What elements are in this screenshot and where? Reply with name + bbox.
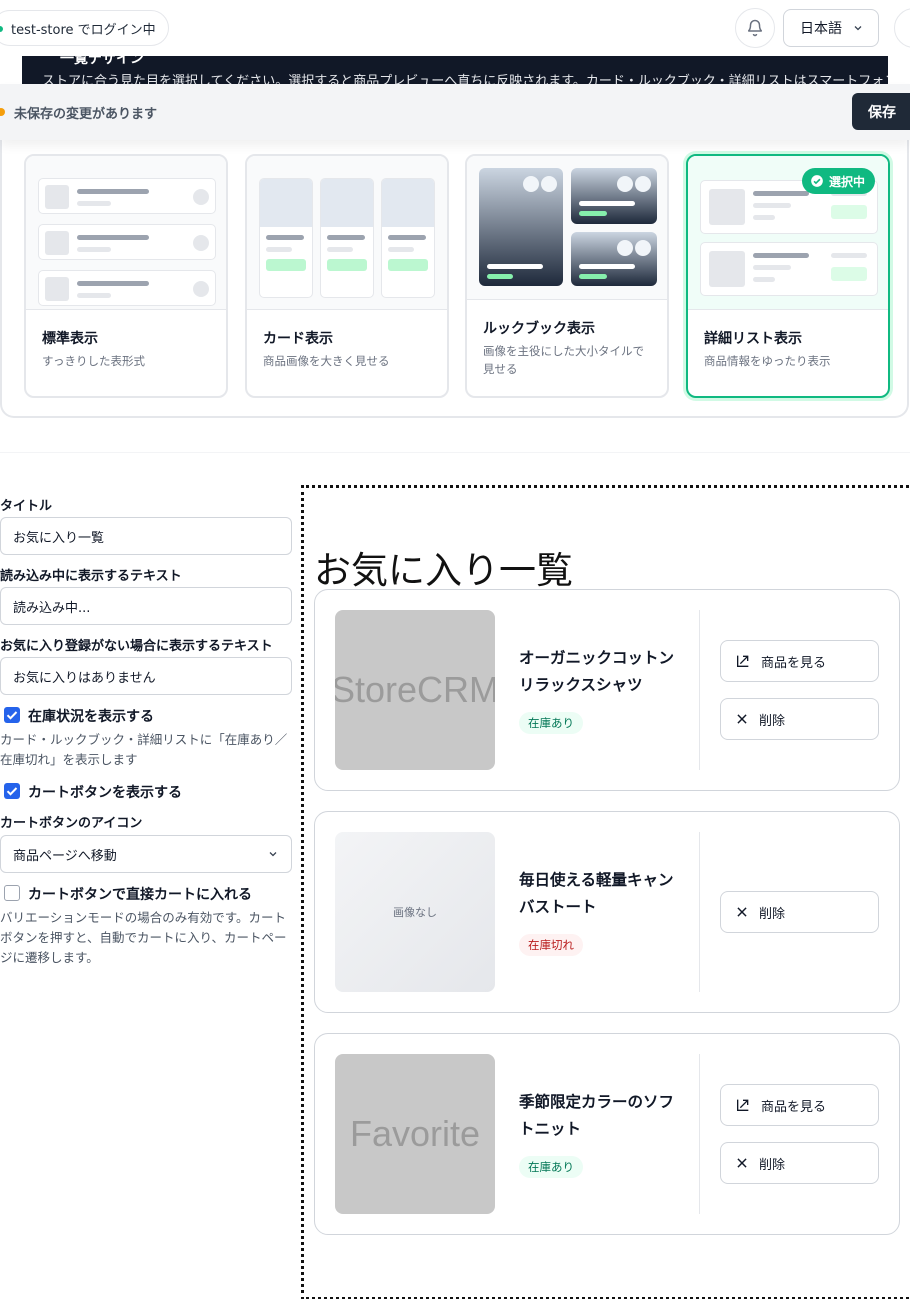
online-indicator bbox=[0, 26, 3, 32]
layout-option-name: 詳細リスト表示 bbox=[704, 331, 802, 347]
preview-title: お気に入り一覧 bbox=[314, 549, 573, 592]
delete-label: 削除 bbox=[759, 1157, 786, 1173]
stock-badge: 在庫あり bbox=[519, 712, 583, 734]
favorites-preview: お気に入り一覧 StoreCRM オーガニックコットン リラックスシャツ 在庫あ… bbox=[301, 485, 910, 1299]
layout-option-name: ルックブック表示 bbox=[483, 321, 595, 337]
product-image: Favorite bbox=[335, 1054, 495, 1214]
selected-badge: 選択中 bbox=[802, 168, 876, 194]
external-link-icon bbox=[737, 655, 749, 667]
view-product-button[interactable]: 商品を見る bbox=[720, 1084, 879, 1126]
layout-option-desc: 商品画像を大きく見せる bbox=[263, 354, 390, 368]
language-select[interactable]: 日本語 bbox=[783, 9, 879, 47]
product-name[interactable]: 毎日使える軽量キャンバストート bbox=[519, 867, 679, 921]
layout-option-desc: 画像を主役にした大小タイルで見せる bbox=[483, 344, 644, 376]
product-image: StoreCRM bbox=[335, 610, 495, 770]
direct-cart-label[interactable]: カートボタンで直接カートに入れる bbox=[28, 884, 252, 904]
delete-button[interactable]: 削除 bbox=[720, 698, 879, 740]
cart-icon-label: カートボタンのアイコン bbox=[0, 816, 143, 831]
checkmark-icon bbox=[6, 711, 18, 720]
direct-cart-checkbox[interactable] bbox=[4, 885, 20, 901]
external-link-icon bbox=[737, 1099, 749, 1111]
delete-label: 削除 bbox=[759, 713, 786, 729]
empty-text-label: お気に入り登録がない場合に表示するテキスト bbox=[0, 639, 273, 654]
warning-dot-icon bbox=[0, 108, 5, 116]
top-bar: test-store でログイン中 日本語 bbox=[0, 0, 910, 56]
layout-option-name: カード表示 bbox=[263, 331, 333, 347]
layout-option-desc: すっきりした表形式 bbox=[42, 354, 146, 368]
user-menu-button[interactable] bbox=[894, 8, 910, 48]
close-icon bbox=[737, 907, 747, 917]
item-divider bbox=[699, 832, 700, 992]
view-product-label: 商品を見る bbox=[761, 1099, 827, 1115]
show-cart-checkbox[interactable] bbox=[4, 783, 20, 799]
cart-icon-select[interactable]: 商品ページへ移動 bbox=[0, 835, 292, 873]
layout-option-lookbook[interactable]: ルックブック表示 画像を主役にした大小タイルで見せる bbox=[465, 154, 669, 398]
image-placeholder-text: StoreCRM bbox=[335, 669, 495, 710]
show-stock-checkbox[interactable] bbox=[4, 707, 20, 723]
language-value: 日本語 bbox=[800, 21, 842, 37]
no-image-text: 画像なし bbox=[393, 906, 437, 919]
favorite-item: 画像なし 毎日使える軽量キャンバストート 在庫切れ 削除 bbox=[314, 811, 900, 1013]
product-image: 画像なし bbox=[335, 832, 495, 992]
section-title: 一覧デザイン bbox=[60, 56, 144, 67]
close-icon bbox=[737, 1158, 747, 1168]
check-circle-icon bbox=[811, 175, 823, 187]
show-stock-label[interactable]: 在庫状況を表示する bbox=[28, 706, 154, 726]
layout-option-standard[interactable]: 標準表示 すっきりした表形式 bbox=[24, 154, 228, 398]
standard-preview-thumbnail bbox=[26, 156, 226, 310]
title-input[interactable]: お気に入り一覧 bbox=[0, 517, 292, 555]
chevron-down-icon bbox=[269, 852, 277, 857]
loading-text-input[interactable]: 読み込み中... bbox=[0, 587, 292, 625]
product-name[interactable]: オーガニックコットン リラックスシャツ bbox=[519, 645, 679, 699]
unsaved-message: 未保存の変更があります bbox=[14, 107, 158, 122]
login-status-pill: test-store でログイン中 bbox=[0, 10, 169, 46]
chevron-down-icon bbox=[854, 26, 862, 31]
product-name[interactable]: 季節限定カラーのソフトニット bbox=[519, 1089, 679, 1143]
login-status-text: test-store でログイン中 bbox=[11, 22, 156, 38]
bell-icon bbox=[747, 19, 763, 37]
layout-options-panel: 標準表示 すっきりした表形式 カード表示 商品画像を大きく見せる ルックブック表… bbox=[0, 120, 909, 418]
card-preview-thumbnail bbox=[247, 156, 447, 310]
layout-option-detail-list[interactable]: 選択中 詳細リスト表示 商品情報をゆったり表示 bbox=[686, 154, 890, 398]
item-divider bbox=[699, 1054, 700, 1214]
section-divider bbox=[0, 452, 910, 453]
favorite-item: StoreCRM オーガニックコットン リラックスシャツ 在庫あり 商品を見る … bbox=[314, 589, 900, 791]
checkmark-icon bbox=[6, 787, 18, 796]
save-button[interactable]: 保存 bbox=[852, 93, 910, 130]
selected-badge-label: 選択中 bbox=[829, 174, 866, 189]
view-product-button[interactable]: 商品を見る bbox=[720, 640, 879, 682]
unsaved-changes-bar: 未保存の変更があります 保存 bbox=[0, 84, 910, 140]
show-stock-help: カード・ルックブック・詳細リストに「在庫あり／在庫切れ」を表示します bbox=[0, 732, 288, 767]
direct-cart-help: バリエーションモードの場合のみ有効です。カートボタンを押すと、自動でカートに入り… bbox=[0, 910, 287, 965]
layout-option-desc: 商品情報をゆったり表示 bbox=[704, 354, 831, 368]
item-divider bbox=[699, 610, 700, 770]
lookbook-preview-thumbnail bbox=[467, 156, 667, 300]
show-cart-label[interactable]: カートボタンを表示する bbox=[28, 782, 182, 802]
stock-badge: 在庫切れ bbox=[519, 934, 583, 956]
layout-option-name: 標準表示 bbox=[42, 331, 98, 347]
close-icon bbox=[737, 714, 747, 724]
view-product-label: 商品を見る bbox=[761, 655, 827, 671]
empty-text-input[interactable]: お気に入りはありません bbox=[0, 657, 292, 695]
delete-button[interactable]: 削除 bbox=[720, 891, 879, 933]
notification-button[interactable] bbox=[735, 8, 775, 48]
layout-option-card[interactable]: カード表示 商品画像を大きく見せる bbox=[245, 154, 449, 398]
loading-text-label: 読み込み中に表示するテキスト bbox=[0, 569, 182, 584]
delete-label: 削除 bbox=[759, 906, 786, 922]
favorite-item: Favorite 季節限定カラーのソフトニット 在庫あり 商品を見る 削除 bbox=[314, 1033, 900, 1235]
title-field-label: タイトル bbox=[0, 499, 53, 514]
delete-button[interactable]: 削除 bbox=[720, 1142, 879, 1184]
stock-badge: 在庫あり bbox=[519, 1156, 583, 1178]
image-placeholder-text: Favorite bbox=[349, 1113, 481, 1154]
cart-icon-select-value: 商品ページへ移動 bbox=[13, 848, 117, 864]
